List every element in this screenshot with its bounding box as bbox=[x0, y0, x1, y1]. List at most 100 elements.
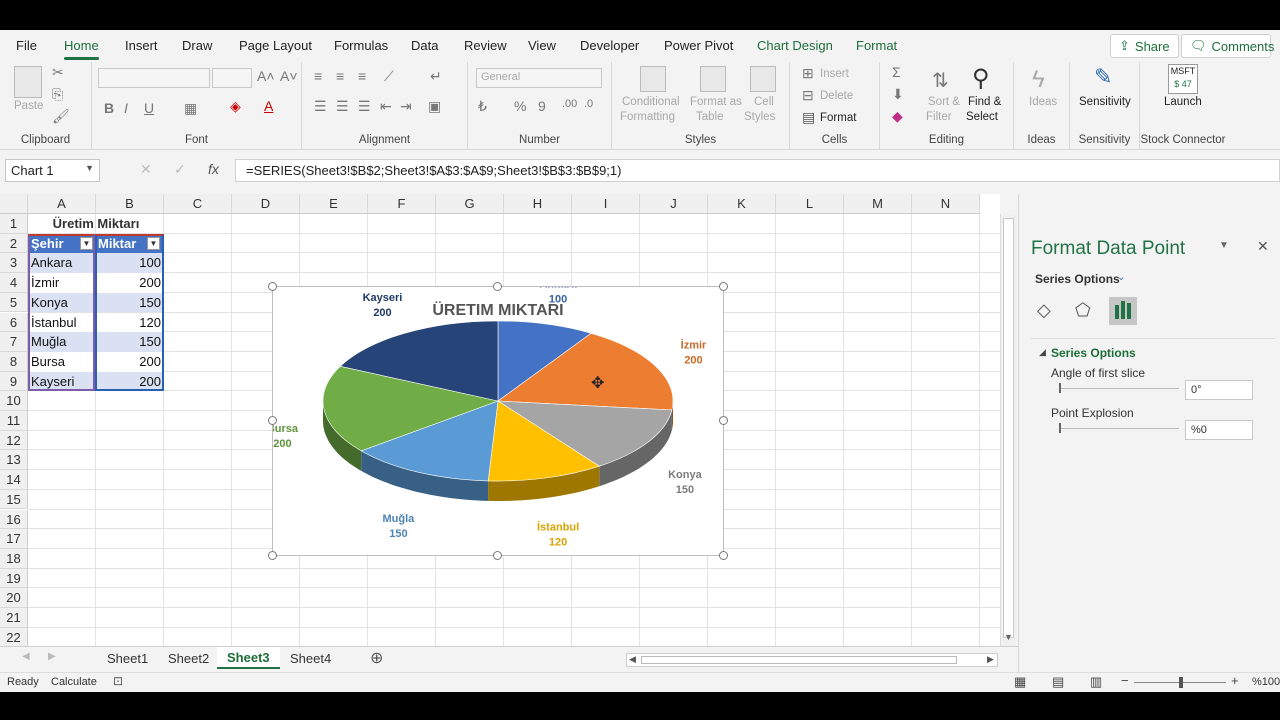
row-header-11[interactable]: 11 bbox=[0, 411, 28, 431]
row-header-21[interactable]: 21 bbox=[0, 608, 28, 628]
italic-icon[interactable]: I bbox=[124, 100, 128, 116]
column-header-b[interactable]: B bbox=[96, 194, 164, 214]
data-label-value[interactable]: 150 bbox=[389, 528, 407, 540]
row-header-4[interactable]: 4 bbox=[0, 273, 28, 293]
horizontal-scrollbar[interactable]: ◀ ▶ bbox=[626, 653, 998, 667]
row-header-13[interactable]: 13 bbox=[0, 450, 28, 471]
data-label-category[interactable]: İstanbul bbox=[537, 521, 579, 534]
add-sheet-icon[interactable]: ⊕ bbox=[370, 648, 383, 668]
explosion-slider[interactable] bbox=[1059, 428, 1179, 429]
scroll-right-icon[interactable]: ▶ bbox=[987, 654, 994, 665]
table-cell-city[interactable]: Kayseri bbox=[28, 371, 95, 392]
table-cell-city[interactable]: Konya bbox=[28, 292, 95, 313]
format-painter-icon[interactable]: 🖌 bbox=[52, 108, 70, 125]
copy-icon[interactable]: ⎘ bbox=[52, 86, 63, 103]
resize-handle-r[interactable] bbox=[719, 416, 728, 425]
vertical-scrollbar[interactable]: ▼ bbox=[1000, 214, 1016, 646]
resize-handle-t[interactable] bbox=[493, 282, 502, 291]
column-header-e[interactable]: E bbox=[300, 194, 368, 214]
resize-handle-l[interactable] bbox=[268, 416, 277, 425]
align-left-icon[interactable]: ☰ bbox=[314, 98, 327, 115]
chart-title[interactable]: ÜRETIM MIKTARI bbox=[432, 300, 563, 319]
delete-cells-label[interactable]: Delete bbox=[820, 90, 853, 102]
data-label-category[interactable]: Konya bbox=[668, 469, 703, 481]
tab-insert[interactable]: Insert bbox=[125, 38, 158, 53]
series-options-dropdown[interactable]: Series Options bbox=[1035, 272, 1120, 286]
table-cell-city[interactable]: İstanbul bbox=[28, 312, 95, 333]
stock-icon[interactable]: MSFT $ 47 bbox=[1168, 64, 1198, 94]
select-all-corner[interactable] bbox=[0, 194, 28, 214]
column-header-n[interactable]: N bbox=[912, 194, 980, 214]
column-header-j[interactable]: J bbox=[640, 194, 708, 214]
column-header-d[interactable]: D bbox=[232, 194, 300, 214]
column-header-i[interactable]: I bbox=[572, 194, 640, 214]
column-header-c[interactable]: C bbox=[164, 194, 232, 214]
row-header-5[interactable]: 5 bbox=[0, 292, 28, 313]
insert-function-icon[interactable]: fx bbox=[208, 161, 219, 177]
row-header-19[interactable]: 19 bbox=[0, 568, 28, 589]
share-button[interactable]: ⇪ Share bbox=[1110, 34, 1179, 58]
cut-icon[interactable]: ✂ bbox=[52, 64, 64, 81]
h-scroll-thumb[interactable] bbox=[641, 656, 957, 664]
explosion-input[interactable]: %0 bbox=[1185, 420, 1253, 440]
table-cell-amount[interactable]: 200 bbox=[95, 273, 164, 293]
row-header-9[interactable]: 9 bbox=[0, 371, 28, 392]
row-header-8[interactable]: 8 bbox=[0, 351, 28, 372]
format-table-label[interactable]: Format as bbox=[690, 96, 742, 108]
formula-input[interactable]: =SERIES(Sheet3!$B$2;Sheet3!$A$3:$A$9;She… bbox=[235, 159, 1280, 182]
tab-home[interactable]: Home bbox=[64, 38, 99, 60]
status-calculate[interactable]: Calculate bbox=[51, 676, 97, 688]
resize-handle-br[interactable] bbox=[719, 551, 728, 560]
normal-view-icon[interactable]: ▦ bbox=[1014, 674, 1026, 690]
row-header-20[interactable]: 20 bbox=[0, 588, 28, 608]
tab-page-layout[interactable]: Page Layout bbox=[239, 38, 312, 53]
zoom-slider-thumb[interactable] bbox=[1179, 677, 1183, 688]
tab-format[interactable]: Format bbox=[856, 38, 897, 53]
shrink-font-icon[interactable]: A˅ bbox=[280, 68, 298, 84]
angle-input[interactable]: 0° bbox=[1185, 380, 1253, 400]
find-select-label[interactable]: Find & bbox=[968, 96, 1001, 108]
grow-font-icon[interactable]: A˄ bbox=[257, 68, 275, 84]
table-cell-city[interactable]: Muğla bbox=[28, 332, 95, 352]
align-center-icon[interactable]: ☰ bbox=[336, 98, 349, 115]
row-header-7[interactable]: 7 bbox=[0, 332, 28, 352]
tab-draw[interactable]: Draw bbox=[182, 38, 212, 53]
format-cells-label[interactable]: Format bbox=[820, 112, 856, 124]
data-label-value[interactable]: 200 bbox=[684, 355, 702, 367]
tab-developer[interactable]: Developer bbox=[580, 38, 639, 53]
comma-icon[interactable]: 9 bbox=[538, 98, 546, 114]
close-icon[interactable]: ✕ bbox=[1257, 238, 1269, 255]
page-layout-view-icon[interactable]: ▤ bbox=[1052, 674, 1064, 690]
filter-button-sehir[interactable]: ▼ bbox=[80, 236, 93, 250]
align-bottom-icon[interactable]: ≡ bbox=[358, 68, 366, 84]
page-break-view-icon[interactable]: ▥ bbox=[1090, 674, 1102, 690]
effects-icon[interactable]: ⬠ bbox=[1075, 300, 1091, 321]
font-size-combo[interactable] bbox=[212, 68, 252, 88]
row-header-22[interactable]: 22 bbox=[0, 627, 28, 646]
sensitivity-icon[interactable]: ✎ bbox=[1094, 64, 1112, 90]
tab-chart-design[interactable]: Chart Design bbox=[757, 38, 833, 53]
row-header-2[interactable]: 2 bbox=[0, 233, 28, 254]
accounting-icon[interactable]: ₺ bbox=[478, 98, 487, 115]
chevron-down-icon[interactable]: ⌄ bbox=[1117, 272, 1125, 283]
zoom-out-icon[interactable]: − bbox=[1121, 673, 1129, 688]
row-header-18[interactable]: 18 bbox=[0, 548, 28, 569]
increase-indent-icon[interactable]: ⇥ bbox=[400, 98, 412, 115]
row-header-10[interactable]: 10 bbox=[0, 391, 28, 411]
format-as-table-icon[interactable] bbox=[700, 66, 726, 92]
table-title-cell[interactable]: Üretim Miktarı bbox=[28, 214, 164, 234]
launch-button-label[interactable]: Launch bbox=[1164, 96, 1202, 108]
prev-sheet-icon[interactable]: ◀ bbox=[22, 651, 30, 662]
align-middle-icon[interactable]: ≡ bbox=[336, 68, 344, 84]
insert-cells-label[interactable]: Insert bbox=[820, 68, 849, 80]
column-header-g[interactable]: G bbox=[436, 194, 504, 214]
angle-slider[interactable] bbox=[1059, 388, 1179, 389]
decrease-indent-icon[interactable]: ⇤ bbox=[380, 98, 392, 115]
row-header-16[interactable]: 16 bbox=[0, 509, 28, 530]
data-label-category[interactable]: Ankara bbox=[539, 279, 577, 291]
column-header-h[interactable]: H bbox=[504, 194, 572, 214]
table-cell-amount[interactable]: 200 bbox=[95, 371, 164, 392]
sort-filter-label[interactable]: Sort & bbox=[928, 96, 960, 108]
merge-center-icon[interactable]: ▣ bbox=[428, 98, 441, 115]
data-label-value[interactable]: 150 bbox=[676, 484, 694, 496]
